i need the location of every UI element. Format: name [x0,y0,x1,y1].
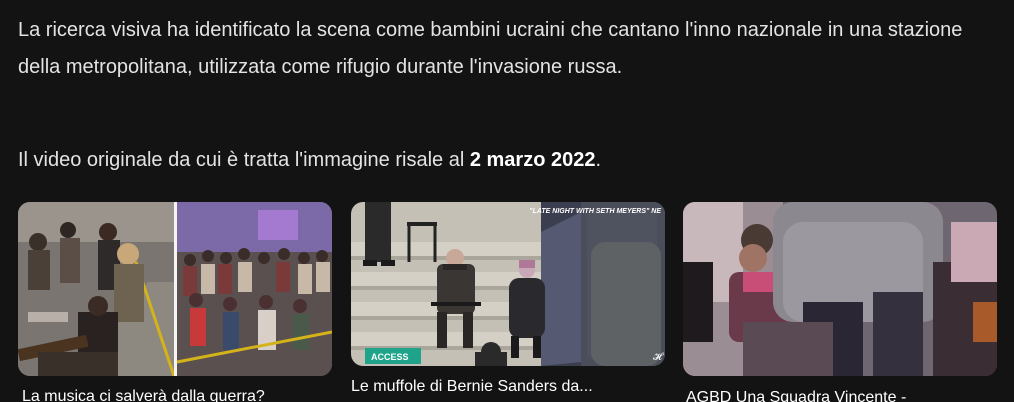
result-title[interactable]: Le muffole di Bernie Sanders da... [351,377,665,397]
video-show-caption: "LATE NIGHT WITH SETH MEYERS" NE [529,208,661,215]
result-card-2[interactable]: "LATE NIGHT WITH SETH MEYERS" NE ACCESS … [351,202,665,397]
result-card-1[interactable]: La musica ci salverà dalla guerra? [18,202,332,402]
result-thumbnail[interactable] [18,202,332,376]
date-sentence-suffix: . [595,149,602,171]
access-logo: ACCESS [371,352,409,362]
date-paragraph: Il video originale da cui è tratta l'imm… [18,142,601,179]
answer-paragraph: La ricerca visiva ha identificato la sce… [18,19,963,78]
result-title[interactable]: AGBD Una Squadra Vincente - [683,388,997,402]
result-thumbnail[interactable] [683,202,997,376]
result-title[interactable]: La musica ci salverà dalla guerra? [18,387,332,402]
result-card-3[interactable]: AGBD Una Squadra Vincente - [683,202,997,402]
result-thumbnail[interactable]: "LATE NIGHT WITH SETH MEYERS" NE ACCESS … [351,202,665,366]
date-highlight: 2 marzo 2022 [469,149,596,171]
date-sentence-prefix: Il video originale da cui è tratta l'imm… [18,149,470,171]
